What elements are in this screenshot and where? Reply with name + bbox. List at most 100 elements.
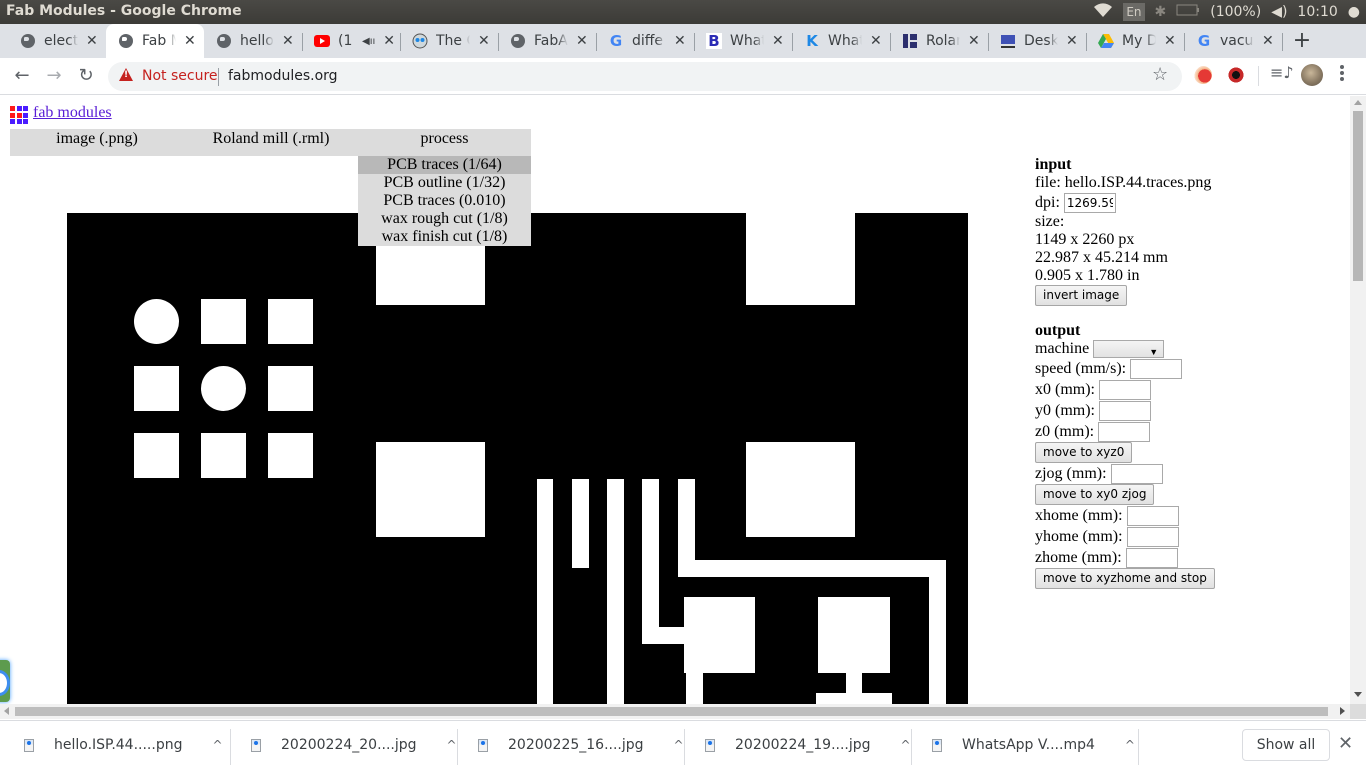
media-controls-icon[interactable]: ≡♪ bbox=[1270, 63, 1294, 82]
audio-playing-icon[interactable]: ◀ıı bbox=[362, 36, 375, 47]
y0-input[interactable] bbox=[1099, 400, 1151, 421]
forward-button[interactable]: → bbox=[42, 64, 66, 88]
close-tab-icon[interactable]: ✕ bbox=[576, 33, 588, 49]
chevron-up-icon[interactable]: ^ bbox=[1125, 738, 1135, 752]
bookmark-star-icon[interactable]: ☆ bbox=[1152, 64, 1168, 85]
keyboard-layout-indicator[interactable]: En bbox=[1123, 3, 1145, 21]
process-option[interactable]: PCB traces (0.010) bbox=[358, 192, 531, 210]
system-menu-icon[interactable]: ● bbox=[1348, 4, 1360, 20]
close-tab-icon[interactable]: ✕ bbox=[1164, 33, 1176, 49]
x0-input[interactable] bbox=[1099, 379, 1151, 400]
menu-process[interactable]: process bbox=[358, 129, 531, 156]
close-tab-icon[interactable]: ✕ bbox=[1066, 33, 1078, 49]
battery-icon[interactable] bbox=[1176, 4, 1200, 20]
tab[interactable]: hello ✕ bbox=[204, 24, 302, 58]
close-tab-icon[interactable]: ✕ bbox=[383, 33, 395, 49]
vertical-scrollbar[interactable] bbox=[1350, 96, 1366, 704]
close-tab-icon[interactable]: ✕ bbox=[478, 33, 490, 49]
process-option[interactable]: PCB outline (1/32) bbox=[358, 174, 531, 192]
close-tab-icon[interactable]: ✕ bbox=[86, 33, 98, 49]
machine-select[interactable] bbox=[1093, 340, 1165, 361]
address-bar[interactable]: Not secure fabmodules.org ☆ bbox=[108, 62, 1182, 91]
back-button[interactable]: ← bbox=[10, 64, 34, 88]
clock[interactable]: 10:10 bbox=[1297, 4, 1337, 20]
zhome-input[interactable] bbox=[1125, 547, 1178, 568]
security-status[interactable]: Not secure bbox=[142, 68, 218, 84]
close-tab-icon[interactable]: ✕ bbox=[674, 33, 686, 49]
file-icon bbox=[478, 738, 488, 752]
z0-input[interactable] bbox=[1098, 421, 1151, 442]
tab[interactable]: G vacu ✕ bbox=[1184, 24, 1282, 58]
chevron-up-icon[interactable]: ^ bbox=[212, 738, 222, 752]
close-tab-icon[interactable]: ✕ bbox=[968, 33, 980, 49]
chevron-up-icon[interactable]: ^ bbox=[674, 738, 684, 752]
close-tab-icon[interactable]: ✕ bbox=[1262, 33, 1274, 49]
move-to-xy0-zjog-button[interactable]: move to xy0 zjog bbox=[1035, 484, 1155, 505]
horizontal-scroll-thumb[interactable] bbox=[15, 707, 1328, 716]
tab[interactable]: elect ✕ bbox=[8, 24, 106, 58]
tab[interactable]: B What ✕ bbox=[694, 24, 792, 58]
vertical-scroll-thumb[interactable] bbox=[1353, 111, 1363, 281]
download-item[interactable]: hello.ISP.44.....png ^ bbox=[24, 721, 223, 768]
scroll-down-arrow-icon[interactable] bbox=[1354, 692, 1362, 697]
new-tab-button[interactable]: + bbox=[1292, 28, 1312, 54]
tab[interactable]: K What ✕ bbox=[792, 24, 890, 58]
floating-widget-icon[interactable] bbox=[0, 660, 10, 702]
close-shelf-icon[interactable]: ✕ bbox=[1338, 733, 1353, 754]
tab[interactable]: The C ✕ bbox=[400, 24, 498, 58]
move-to-xyzhome-button[interactable]: move to xyzhome and stop bbox=[1035, 568, 1215, 589]
close-tab-icon[interactable]: ✕ bbox=[184, 33, 196, 49]
scroll-left-arrow-icon[interactable] bbox=[4, 707, 9, 715]
google-icon: G bbox=[609, 32, 623, 50]
close-tab-icon[interactable]: ✕ bbox=[772, 33, 784, 49]
scroll-right-arrow-icon[interactable] bbox=[1340, 707, 1345, 715]
tab[interactable]: G diffe ✕ bbox=[596, 24, 694, 58]
scroll-up-arrow-icon[interactable] bbox=[1354, 100, 1362, 105]
pcb-pad-round bbox=[134, 299, 179, 344]
yhome-input[interactable] bbox=[1126, 526, 1179, 547]
warning-icon[interactable] bbox=[119, 68, 133, 81]
invert-image-button[interactable]: invert image bbox=[1035, 285, 1128, 306]
volume-icon[interactable]: ◀) bbox=[1271, 4, 1287, 20]
tab[interactable]: (1 ◀ıı ✕ bbox=[302, 24, 400, 58]
fab-modules-link[interactable]: fab modules bbox=[33, 104, 112, 122]
xhome-input[interactable] bbox=[1126, 505, 1179, 526]
process-option[interactable]: wax rough cut (1/8) bbox=[358, 210, 531, 228]
download-item[interactable]: 20200224_19....jpg ^ bbox=[705, 721, 911, 768]
download-item[interactable]: WhatsApp V....mp4 ^ bbox=[932, 721, 1135, 768]
menu-image-png[interactable]: image (.png) bbox=[10, 129, 184, 156]
process-option[interactable]: PCB traces (1/64) bbox=[358, 156, 531, 174]
tab-title: What bbox=[730, 33, 764, 49]
url-text[interactable]: fabmodules.org bbox=[228, 68, 338, 84]
show-all-downloads-button[interactable]: Show all bbox=[1242, 729, 1330, 761]
chrome-menu-icon[interactable] bbox=[1340, 63, 1348, 83]
reload-button[interactable]: ↻ bbox=[74, 64, 98, 88]
download-separator bbox=[457, 729, 458, 765]
process-option[interactable]: wax finish cut (1/8) bbox=[358, 228, 531, 246]
move-to-xyz0-button[interactable]: move to xyz0 bbox=[1035, 442, 1133, 463]
profile-avatar[interactable] bbox=[1301, 64, 1323, 86]
tab[interactable]: FabA ✕ bbox=[498, 24, 596, 58]
extension-icon[interactable] bbox=[1227, 66, 1245, 84]
tab[interactable]: Desk ✕ bbox=[988, 24, 1086, 58]
download-filename: 20200225_16....jpg bbox=[508, 737, 644, 753]
dpi-input[interactable] bbox=[1063, 192, 1116, 213]
download-item[interactable]: 20200224_20....jpg ^ bbox=[251, 721, 457, 768]
chevron-up-icon[interactable]: ^ bbox=[447, 738, 457, 752]
wifi-icon[interactable] bbox=[1093, 2, 1113, 22]
close-tab-icon[interactable]: ✕ bbox=[870, 33, 882, 49]
tab-active[interactable]: Fab M ✕ bbox=[106, 24, 204, 58]
speed-input[interactable] bbox=[1130, 358, 1183, 379]
scrollbar-corner bbox=[1350, 704, 1366, 719]
zjog-input[interactable] bbox=[1110, 463, 1163, 484]
menu-roland-mill[interactable]: Roland mill (.rml) bbox=[184, 129, 358, 156]
extension-icon[interactable] bbox=[1194, 66, 1212, 84]
bluetooth-icon[interactable]: ✱ bbox=[1155, 4, 1167, 20]
close-tab-icon[interactable]: ✕ bbox=[282, 33, 294, 49]
download-item[interactable]: 20200225_16....jpg ^ bbox=[478, 721, 684, 768]
chevron-up-icon[interactable]: ^ bbox=[901, 738, 911, 752]
horizontal-scrollbar[interactable] bbox=[0, 704, 1350, 719]
fab-logo-icon[interactable] bbox=[10, 106, 28, 124]
tab[interactable]: My D ✕ bbox=[1086, 24, 1184, 58]
tab[interactable]: Rolar ✕ bbox=[890, 24, 988, 58]
